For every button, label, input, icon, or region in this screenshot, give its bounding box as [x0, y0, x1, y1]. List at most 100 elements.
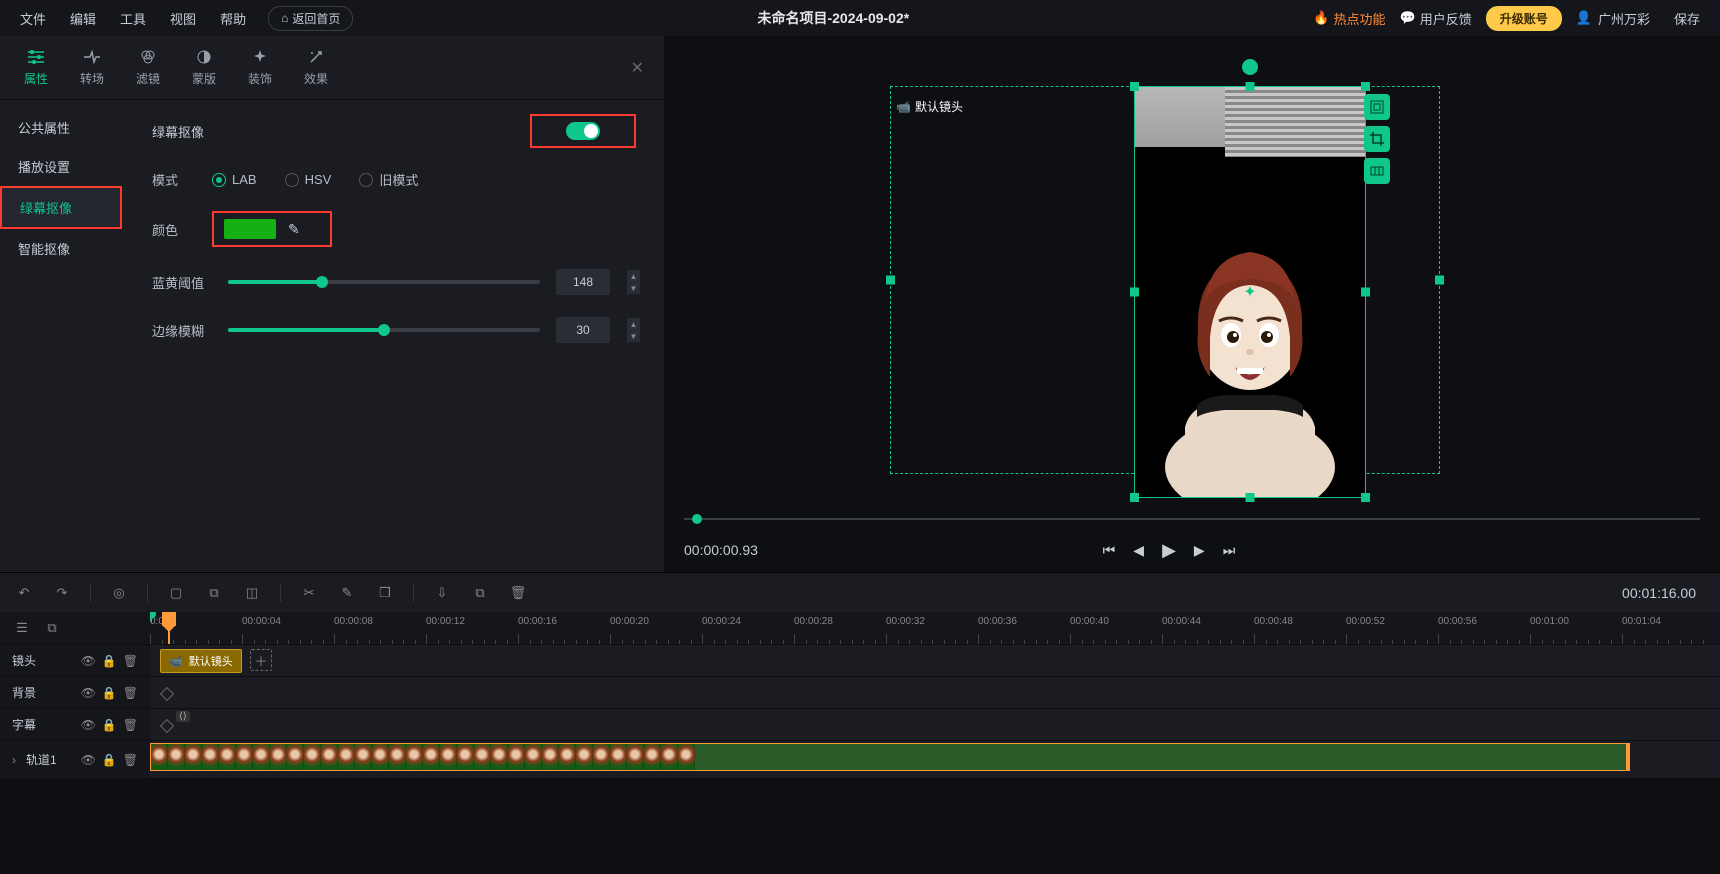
menu-help[interactable]: 帮助: [210, 5, 256, 32]
edit-button[interactable]: ✎: [337, 585, 357, 601]
menu-edit[interactable]: 编辑: [60, 5, 106, 32]
track-body-shot[interactable]: 📹 默认镜头 ＋: [150, 645, 1720, 676]
resize-handle[interactable]: [1130, 82, 1139, 91]
resize-handle[interactable]: [1435, 276, 1444, 285]
trash-icon[interactable]: 🗑: [123, 753, 138, 767]
side-tab-greenscreen[interactable]: 绿幕抠像: [0, 186, 122, 229]
tab-decoration[interactable]: 装饰: [234, 48, 286, 87]
trash-icon[interactable]: 🗑: [123, 686, 138, 700]
eyedropper-icon[interactable]: ✎: [288, 221, 300, 238]
step-up-button[interactable]: ▲: [626, 318, 640, 330]
lock-icon[interactable]: 🔒: [102, 753, 117, 767]
side-tab-playback[interactable]: 播放设置: [0, 147, 122, 186]
lock-icon[interactable]: 🔒: [102, 718, 117, 732]
menu-file[interactable]: 文件: [10, 5, 56, 32]
timeline-ruler[interactable]: 0:0000:00:0400:00:0800:00:1200:00:1600:0…: [150, 612, 1720, 644]
resize-handle[interactable]: [1246, 493, 1255, 502]
resize-handle[interactable]: [1130, 288, 1139, 297]
side-tab-smart-matting[interactable]: 智能抠像: [0, 229, 122, 268]
close-panel-button[interactable]: ✕: [631, 58, 644, 78]
tab-label: 蒙版: [192, 70, 216, 87]
tab-mask[interactable]: 蒙版: [178, 48, 230, 87]
chevron-right-icon[interactable]: ›: [12, 753, 16, 767]
track-copy-icon[interactable]: ⧉: [42, 620, 62, 636]
tab-attributes[interactable]: 属性: [10, 48, 62, 87]
visibility-icon[interactable]: 👁: [81, 718, 96, 732]
tab-transition[interactable]: 转场: [66, 48, 118, 87]
color-swatch[interactable]: [224, 219, 276, 239]
video-clip[interactable]: [150, 743, 1630, 771]
back-home-button[interactable]: ⌂返回首页: [268, 6, 353, 31]
redo-button[interactable]: ↷: [52, 585, 72, 601]
resize-handle[interactable]: [1361, 288, 1370, 297]
step-down-button[interactable]: ▼: [626, 282, 640, 294]
preview-canvas[interactable]: 📹默认镜头: [664, 36, 1720, 510]
resize-handle[interactable]: [886, 276, 895, 285]
greenscreen-toggle[interactable]: [566, 122, 600, 140]
user-menu[interactable]: 👤广州万彩: [1576, 9, 1650, 28]
download-button[interactable]: ⇩: [432, 585, 452, 601]
cut-button[interactable]: ✂: [299, 585, 319, 601]
select-button[interactable]: ▢: [166, 585, 186, 601]
delete-button[interactable]: 🗑: [508, 585, 528, 601]
track-body-1[interactable]: [150, 741, 1720, 778]
step-down-button[interactable]: ▼: [626, 330, 640, 342]
goto-start-button[interactable]: ⏮: [1103, 542, 1116, 559]
upgrade-button[interactable]: 升级账号: [1486, 6, 1562, 31]
playhead[interactable]: [168, 612, 170, 644]
grid-button[interactable]: [1364, 158, 1390, 184]
prev-frame-button[interactable]: ◀: [1133, 542, 1144, 559]
visibility-icon[interactable]: 👁: [81, 654, 96, 668]
play-button[interactable]: ▶: [1162, 540, 1176, 561]
safe-zone-button[interactable]: [1364, 94, 1390, 120]
save-button[interactable]: 保存: [1664, 5, 1710, 32]
keyframe-marker[interactable]: [160, 719, 174, 733]
resize-handle[interactable]: [1246, 82, 1255, 91]
hot-feature-link[interactable]: 🔥热点功能: [1313, 9, 1385, 28]
mode-option-lab[interactable]: LAB: [212, 172, 257, 187]
crop-button[interactable]: [1364, 126, 1390, 152]
add-shot-button[interactable]: ＋: [250, 649, 272, 671]
lock-icon[interactable]: 🔒: [102, 686, 117, 700]
tab-label: 装饰: [248, 70, 272, 87]
rotate-handle[interactable]: [1242, 59, 1258, 75]
layers-button[interactable]: ❒: [375, 585, 395, 601]
crop-tool-button[interactable]: ⧉: [204, 585, 224, 601]
mode-option-hsv[interactable]: HSV: [285, 172, 332, 187]
clip-end-handle[interactable]: [1626, 744, 1629, 770]
undo-button[interactable]: ↶: [14, 585, 34, 601]
mode-row: 模式 LAB HSV 旧模式: [152, 170, 640, 189]
menu-tools[interactable]: 工具: [110, 5, 156, 32]
video-clip-frame[interactable]: ✦: [1134, 86, 1366, 498]
lock-icon[interactable]: 🔒: [102, 654, 117, 668]
track-body-background[interactable]: [150, 677, 1720, 708]
blur-input[interactable]: [556, 317, 610, 343]
side-tab-common[interactable]: 公共属性: [0, 108, 122, 147]
copy-button[interactable]: ⧉: [470, 585, 490, 601]
trash-icon[interactable]: 🗑: [123, 654, 138, 668]
threshold-slider[interactable]: [228, 280, 540, 284]
resize-handle[interactable]: [1361, 493, 1370, 502]
shot-clip[interactable]: 📹 默认镜头: [160, 649, 242, 673]
trash-icon[interactable]: 🗑: [123, 718, 138, 732]
track-body-subtitle[interactable]: ⟨⟩: [150, 709, 1720, 740]
resize-handle[interactable]: [1361, 82, 1370, 91]
resize-handle[interactable]: [1130, 493, 1139, 502]
feedback-link[interactable]: 💬用户反馈: [1400, 9, 1472, 28]
tab-filter[interactable]: 滤镜: [122, 48, 174, 87]
next-frame-button[interactable]: ▶: [1194, 542, 1205, 559]
preview-scrubber[interactable]: [684, 510, 1700, 528]
threshold-input[interactable]: [556, 269, 610, 295]
keyframe-marker[interactable]: [160, 687, 174, 701]
mode-option-old[interactable]: 旧模式: [359, 170, 418, 189]
visibility-icon[interactable]: 👁: [81, 753, 96, 767]
goto-end-button[interactable]: ⏭: [1223, 542, 1236, 559]
visibility-icon[interactable]: 👁: [81, 686, 96, 700]
split-button[interactable]: ◫: [242, 585, 262, 601]
blur-slider[interactable]: [228, 328, 540, 332]
target-button[interactable]: ◎: [109, 585, 129, 601]
tab-effect[interactable]: 效果: [290, 48, 342, 87]
menu-view[interactable]: 视图: [160, 5, 206, 32]
step-up-button[interactable]: ▲: [626, 270, 640, 282]
track-stack-icon[interactable]: ☰: [12, 620, 32, 636]
